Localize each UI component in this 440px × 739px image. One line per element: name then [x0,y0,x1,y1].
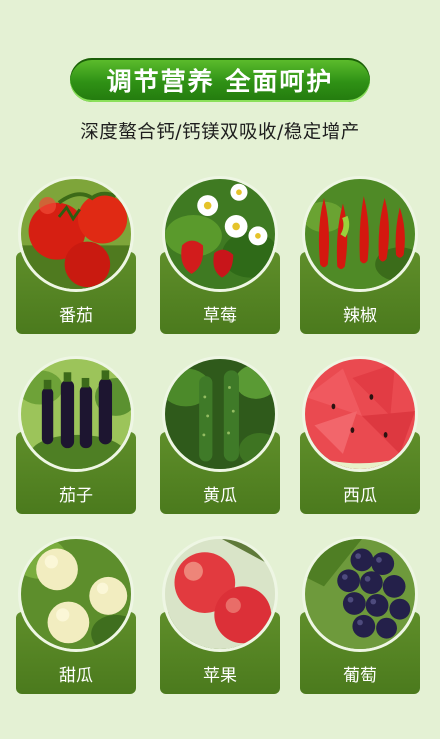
tomato-photo [18,176,134,292]
crop-label: 苹果 [203,666,237,686]
strawberry-photo [162,176,278,292]
melon-photo [18,536,134,652]
crop-label: 西瓜 [343,486,377,506]
crop-label: 草莓 [203,306,237,326]
apple-photo [162,536,278,652]
crop-label: 葡萄 [343,666,377,686]
crop-label: 黄瓜 [203,486,237,506]
eggplant-photo [18,356,134,472]
crop-grid: 番茄 草莓 辣椒 茄子 黄瓜 西瓜 甜瓜 苹果 葡萄 [0,0,440,739]
chili-photo [302,176,418,292]
crop-label: 甜瓜 [59,666,93,686]
cucumber-photo [162,356,278,472]
grape-photo [302,536,418,652]
crop-label: 番茄 [59,306,93,326]
crop-label: 辣椒 [343,306,377,326]
watermelon-photo [302,356,418,472]
crop-label: 茄子 [59,486,93,506]
